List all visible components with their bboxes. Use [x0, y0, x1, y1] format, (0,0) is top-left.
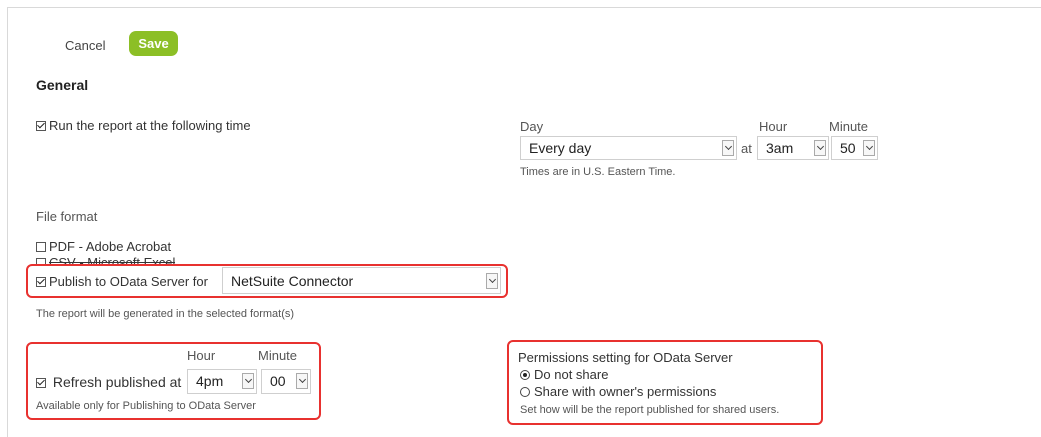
do-not-share-label: Do not share	[534, 367, 609, 382]
refresh-label: Refresh published at	[52, 374, 182, 390]
format-option-odata[interactable]: Publish to OData Server for	[36, 274, 208, 290]
refresh-minute-select[interactable]: 00	[261, 369, 311, 394]
save-button[interactable]: Save	[129, 31, 178, 56]
refresh-hour-select[interactable]: 4pm	[187, 369, 257, 394]
at-label: at	[741, 141, 752, 156]
odata-checkbox[interactable]	[36, 277, 46, 287]
minute-select[interactable]: 50	[831, 136, 878, 160]
run-schedule-row: Run the report at the following time	[36, 118, 251, 134]
timezone-note: Times are in U.S. Eastern Time.	[520, 166, 676, 178]
share-owner-radio[interactable]	[520, 387, 530, 397]
permission-option-share-owner[interactable]: Share with owner's permissions	[520, 384, 716, 400]
chevron-down-icon[interactable]	[486, 273, 498, 289]
chevron-down-icon[interactable]	[242, 373, 254, 389]
pdf-checkbox[interactable]	[36, 242, 46, 252]
odata-target-value: NetSuite Connector	[231, 273, 354, 289]
chevron-down-icon[interactable]	[863, 140, 875, 156]
refresh-minute-label: Minute	[258, 348, 298, 363]
permissions-note: Set how will be the report published for…	[520, 404, 780, 416]
refresh-row: Refresh published at	[36, 374, 181, 390]
csv-label: CSV - Microsoft Excel	[49, 255, 176, 264]
permission-option-do-not-share[interactable]: Do not share	[520, 367, 608, 383]
file-format-label: File format	[36, 209, 98, 224]
odata-label: Publish to OData Server for	[49, 274, 208, 289]
day-select[interactable]: Every day	[520, 136, 737, 160]
section-title: General	[36, 77, 89, 93]
cancel-button[interactable]: Cancel	[65, 38, 105, 53]
refresh-hour-label: Hour	[187, 348, 216, 363]
pdf-label: PDF - Adobe Acrobat	[49, 239, 172, 254]
permissions-title: Permissions setting for OData Server	[518, 350, 733, 365]
hour-select[interactable]: 3am	[757, 136, 829, 160]
minute-select-value: 50	[840, 140, 856, 156]
share-owner-label: Share with owner's permissions	[534, 384, 717, 399]
chevron-down-icon[interactable]	[814, 140, 826, 156]
odata-target-select[interactable]: NetSuite Connector	[222, 267, 501, 294]
refresh-hour-value: 4pm	[196, 373, 224, 389]
hour-select-value: 3am	[766, 140, 794, 156]
run-schedule-checkbox[interactable]	[36, 121, 46, 131]
format-option-pdf[interactable]: PDF - Adobe Acrobat	[36, 239, 171, 255]
day-label: Day	[520, 119, 544, 134]
format-note: The report will be generated in the sele…	[36, 308, 295, 320]
refresh-note: Available only for Publishing to OData S…	[36, 400, 256, 412]
refresh-checkbox[interactable]	[36, 378, 46, 388]
minute-label: Minute	[829, 119, 869, 134]
format-option-csv[interactable]: CSV - Microsoft Excel	[36, 255, 175, 264]
run-schedule-label: Run the report at the following time	[49, 118, 251, 133]
chevron-down-icon[interactable]	[722, 140, 734, 156]
hour-label: Hour	[759, 119, 788, 134]
refresh-minute-value: 00	[270, 373, 286, 389]
do-not-share-radio[interactable]	[520, 370, 530, 380]
chevron-down-icon[interactable]	[296, 373, 308, 389]
day-select-value: Every day	[529, 140, 592, 156]
